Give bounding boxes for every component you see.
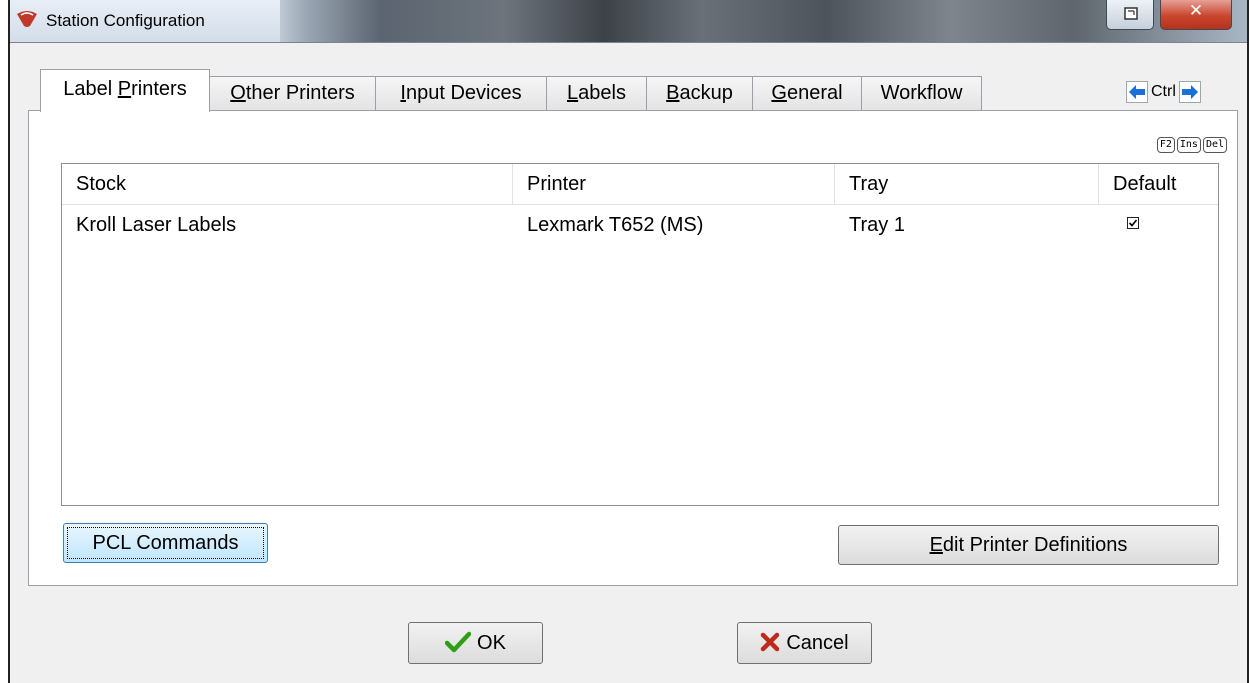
tab-input-devices[interactable]: Input Devices bbox=[375, 76, 547, 111]
restore-button[interactable] bbox=[1106, 0, 1154, 30]
column-header-stock[interactable]: Stock bbox=[62, 164, 513, 204]
cancel-button[interactable]: Cancel bbox=[737, 622, 872, 664]
tab-general[interactable]: General bbox=[752, 76, 862, 111]
check-icon bbox=[1128, 219, 1138, 227]
key-del: Del bbox=[1202, 137, 1227, 153]
app-icon bbox=[17, 11, 37, 27]
tab-workflow[interactable]: Workflow bbox=[861, 76, 982, 111]
cell-tray: Tray 1 bbox=[849, 214, 905, 236]
ctrl-label: Ctrl bbox=[1151, 83, 1176, 100]
default-checkbox[interactable] bbox=[1127, 217, 1139, 229]
tab-navigation: Ctrl bbox=[1126, 80, 1201, 104]
cancel-x-icon bbox=[761, 632, 780, 651]
previous-tab-button[interactable] bbox=[1126, 81, 1148, 103]
column-header-printer[interactable]: Printer bbox=[513, 164, 835, 204]
tab-backup[interactable]: Backup bbox=[646, 76, 753, 111]
tab-other-printers[interactable]: Other Printers bbox=[209, 76, 376, 111]
arrow-left-icon bbox=[1129, 85, 1145, 99]
cell-stock: Kroll Laser Labels bbox=[76, 214, 237, 236]
cell-printer: Lexmark T652 (MS) bbox=[527, 214, 704, 236]
key-f2: F2 bbox=[1156, 137, 1175, 153]
pcl-commands-button[interactable]: PCL Commands bbox=[63, 523, 268, 563]
station-configuration-window: Station Configuration ✕ Label Printers O… bbox=[8, 0, 1249, 683]
close-button[interactable]: ✕ bbox=[1160, 0, 1232, 30]
restore-icon bbox=[1124, 7, 1138, 20]
checkmark-icon bbox=[445, 631, 472, 652]
title-bar[interactable]: Station Configuration ✕ bbox=[10, 0, 1247, 43]
column-header-default[interactable]: Default bbox=[1099, 164, 1219, 204]
label-printers-grid[interactable]: Stock Printer Tray Default Kroll Laser L… bbox=[61, 163, 1219, 506]
arrow-right-icon bbox=[1181, 85, 1198, 99]
key-ins: Ins bbox=[1176, 137, 1201, 153]
next-tab-button[interactable] bbox=[1178, 81, 1201, 103]
grid-header: Stock Printer Tray Default bbox=[62, 164, 1218, 205]
column-header-tray[interactable]: Tray bbox=[835, 164, 1099, 204]
table-row[interactable]: Kroll Laser Labels Lexmark T652 (MS) Tra… bbox=[62, 204, 1218, 244]
window-title: Station Configuration bbox=[46, 11, 205, 30]
tab-label-printers[interactable]: Label Printers bbox=[40, 69, 210, 112]
close-icon: ✕ bbox=[1188, 1, 1204, 20]
edit-printer-definitions-button[interactable]: Edit Printer Definitions bbox=[838, 525, 1219, 565]
tab-labels[interactable]: Labels bbox=[546, 76, 647, 111]
ok-button[interactable]: OK bbox=[408, 622, 543, 664]
shortcut-keys: F2 Ins Del bbox=[1156, 137, 1227, 153]
